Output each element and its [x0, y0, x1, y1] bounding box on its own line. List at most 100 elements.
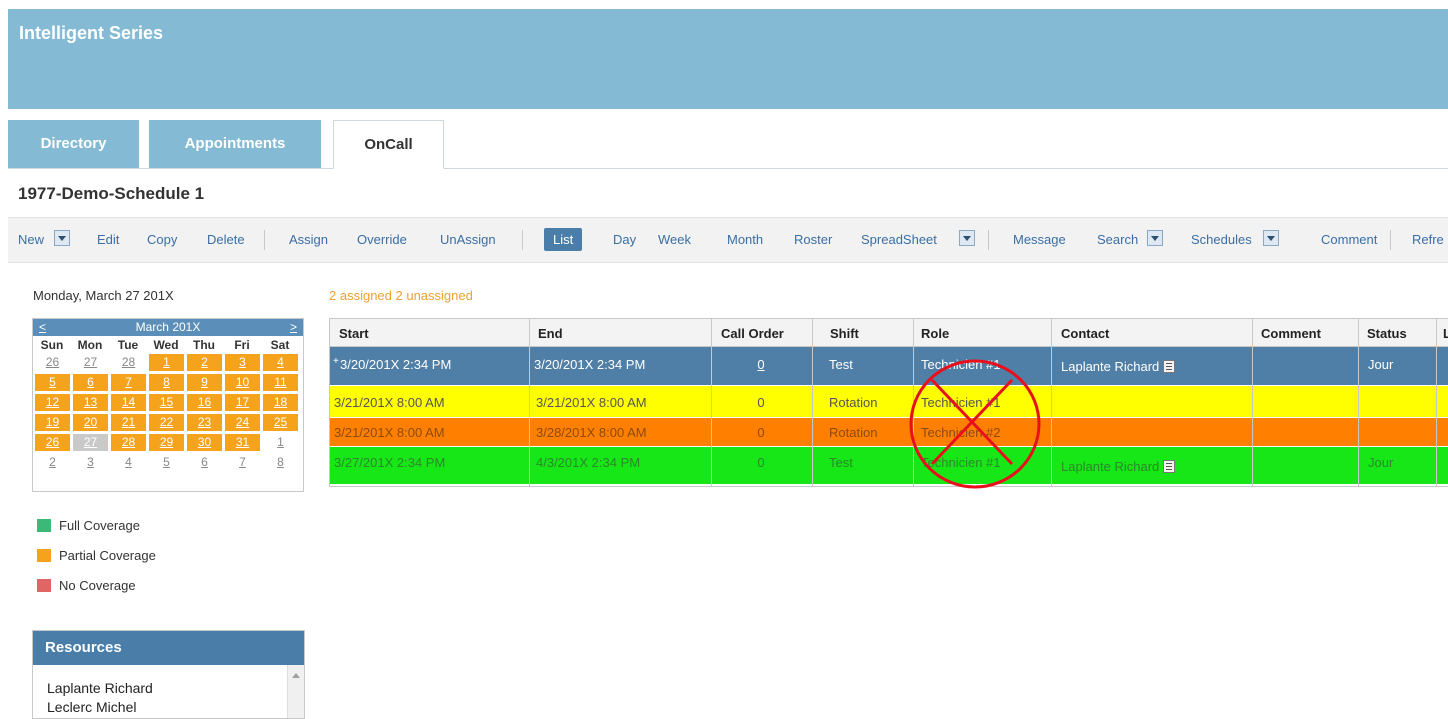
tab-directory[interactable]: Directory [8, 120, 139, 168]
calendar-day[interactable]: 11 [263, 374, 298, 391]
col-header-l[interactable]: L [1443, 326, 1448, 341]
comment-button[interactable]: Comment [1321, 232, 1377, 247]
col-header-status[interactable]: Status [1367, 326, 1407, 341]
col-header-start[interactable]: Start [339, 326, 369, 341]
message-button[interactable]: Message [1013, 232, 1066, 247]
col-header-call-order[interactable]: Call Order [721, 326, 784, 341]
cell-contact[interactable]: Laplante Richard [1061, 359, 1176, 374]
resource-item[interactable]: Leclerc Michel [47, 699, 136, 715]
cell-call-order[interactable]: 0 [711, 357, 811, 372]
day-view-button[interactable]: Day [613, 232, 636, 247]
calendar-next-button[interactable]: > [290, 320, 297, 334]
unassign-button[interactable]: UnAssign [440, 232, 496, 247]
calendar-day[interactable]: 27 [73, 434, 108, 451]
contact-name[interactable]: Laplante Richard [1061, 359, 1159, 374]
calendar-day[interactable]: 2 [35, 454, 70, 471]
calendar-day[interactable]: 7 [111, 374, 146, 391]
contact-name[interactable]: Laplante Richard [1061, 459, 1159, 474]
calendar-dow-label: Mon [77, 338, 103, 352]
scroll-up-icon[interactable] [292, 673, 300, 678]
search-dropdown-icon[interactable] [1147, 230, 1163, 246]
calendar-day[interactable]: 16 [187, 394, 222, 411]
resource-item[interactable]: Laplante Richard [47, 680, 153, 696]
tab-oncall[interactable]: OnCall [333, 120, 444, 169]
calendar-day[interactable]: 31 [225, 434, 260, 451]
col-header-contact[interactable]: Contact [1061, 326, 1109, 341]
tab-bar: Directory Appointments OnCall [8, 120, 1448, 169]
calendar-day[interactable]: 17 [225, 394, 260, 411]
calendar-day[interactable]: 4 [263, 354, 298, 371]
calendar-day[interactable]: 15 [149, 394, 184, 411]
new-dropdown-icon[interactable] [54, 230, 70, 246]
calendar-day[interactable]: 4 [111, 454, 146, 471]
calendar-day[interactable]: 29 [149, 434, 184, 451]
calendar-day[interactable]: 30 [187, 434, 222, 451]
calendar-day[interactable]: 26 [35, 354, 70, 371]
spreadsheet-button[interactable]: SpreadSheet [861, 232, 937, 247]
calendar-day[interactable]: 13 [73, 394, 108, 411]
search-button[interactable]: Search [1097, 232, 1138, 247]
copy-button[interactable]: Copy [147, 232, 177, 247]
calendar-day[interactable]: 23 [187, 414, 222, 431]
calendar-day[interactable]: 28 [111, 434, 146, 451]
col-header-role[interactable]: Role [921, 326, 949, 341]
calendar-day[interactable]: 1 [263, 434, 298, 451]
calendar-day[interactable]: 8 [263, 454, 298, 471]
list-view-button[interactable]: List [544, 228, 583, 251]
roster-view-button[interactable]: Roster [794, 232, 832, 247]
calendar-day[interactable]: 27 [73, 354, 108, 371]
col-header-comment[interactable]: Comment [1261, 326, 1321, 341]
new-button[interactable]: New [18, 232, 44, 247]
calendar-day[interactable]: 19 [35, 414, 70, 431]
cell-role: Technicien #2 [921, 425, 1001, 440]
toolbar-divider [522, 230, 523, 250]
tab-appointments[interactable]: Appointments [149, 120, 321, 168]
calendar-day[interactable]: 3 [225, 354, 260, 371]
cell-contact[interactable]: Laplante Richard [1061, 459, 1176, 474]
calendar-day[interactable]: 26 [35, 434, 70, 451]
table-row[interactable]: + 3/20/201X 2:34 PM 3/20/201X 2:34 PM 0 … [330, 347, 1448, 385]
calendar-day[interactable]: 20 [73, 414, 108, 431]
calendar-day[interactable]: 5 [149, 454, 184, 471]
calendar-day[interactable]: 25 [263, 414, 298, 431]
week-view-button[interactable]: Week [658, 232, 691, 247]
calendar-day[interactable]: 14 [111, 394, 146, 411]
resources-scrollbar[interactable] [287, 665, 304, 718]
cell-shift: Test [829, 357, 853, 372]
calendar-day[interactable]: 3 [73, 454, 108, 471]
calendar-day[interactable]: 10 [225, 374, 260, 391]
contact-card-icon[interactable] [1163, 460, 1176, 473]
table-row[interactable]: 3/27/201X 2:34 PM 4/3/201X 2:34 PM 0 Tes… [330, 447, 1448, 484]
calendar-day[interactable]: 5 [35, 374, 70, 391]
calendar-day[interactable]: 9 [187, 374, 222, 391]
cell-shift: Test [829, 455, 853, 470]
schedules-dropdown-icon[interactable] [1263, 230, 1279, 246]
calendar-day[interactable]: 2 [187, 354, 222, 371]
calendar-day[interactable]: 12 [35, 394, 70, 411]
calendar-day[interactable]: 7 [225, 454, 260, 471]
row-expander-icon[interactable]: + [333, 356, 339, 367]
calendar-day[interactable]: 24 [225, 414, 260, 431]
calendar-day[interactable]: 22 [149, 414, 184, 431]
override-button[interactable]: Override [357, 232, 407, 247]
assign-button[interactable]: Assign [289, 232, 328, 247]
calendar-day[interactable]: 21 [111, 414, 146, 431]
calendar-day[interactable]: 8 [149, 374, 184, 391]
calendar-day[interactable]: 28 [111, 354, 146, 371]
col-header-shift[interactable]: Shift [830, 326, 859, 341]
month-view-button[interactable]: Month [727, 232, 763, 247]
spreadsheet-dropdown-icon[interactable] [959, 230, 975, 246]
calendar-day[interactable]: 18 [263, 394, 298, 411]
table-row[interactable]: 3/21/201X 8:00 AM 3/28/201X 8:00 AM 0 Ro… [330, 418, 1448, 446]
table-row[interactable]: 3/21/201X 8:00 AM 3/21/201X 8:00 AM 0 Ro… [330, 386, 1448, 417]
contact-card-icon[interactable] [1163, 360, 1176, 373]
edit-button[interactable]: Edit [97, 232, 119, 247]
calendar-prev-button[interactable]: < [39, 320, 46, 334]
calendar-day[interactable]: 6 [187, 454, 222, 471]
delete-button[interactable]: Delete [207, 232, 245, 247]
refresh-button[interactable]: Refre [1412, 232, 1444, 247]
calendar-day[interactable]: 1 [149, 354, 184, 371]
col-header-end[interactable]: End [538, 326, 563, 341]
calendar-day[interactable]: 6 [73, 374, 108, 391]
schedules-button[interactable]: Schedules [1191, 232, 1252, 247]
